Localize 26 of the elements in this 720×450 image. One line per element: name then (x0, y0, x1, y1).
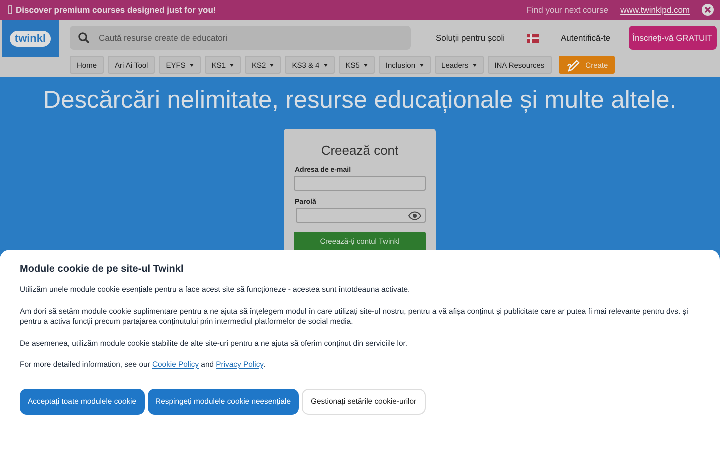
close-icon[interactable] (702, 4, 714, 16)
email-field[interactable] (294, 176, 426, 191)
caret-icon (324, 64, 328, 66)
caret-icon (270, 64, 274, 66)
cookie-title: Module cookie de pe site-ul Twinkl (20, 264, 185, 275)
glyph-icon (8, 5, 13, 15)
logo-text: twinkl (10, 30, 52, 46)
flag-icon[interactable] (526, 34, 539, 42)
promo-text: Discover premium courses designed just for you! (16, 5, 216, 15)
pencil-icon (566, 58, 580, 72)
login-link[interactable]: Autentifică-te (560, 33, 611, 43)
caret-icon (364, 64, 368, 66)
caret-icon (230, 64, 234, 66)
promo-link[interactable]: www.twinklpd.com (620, 5, 690, 15)
caret-icon (420, 64, 424, 66)
password-field[interactable] (296, 208, 426, 223)
promo-cta-text: Find your next course (526, 5, 609, 15)
hero-title: Descărcări nelimitate, resurse educaționale și multe altele. (43, 87, 677, 115)
caret-icon (190, 64, 194, 66)
register-button[interactable]: Înscrieți-vă GRATUIT (628, 26, 717, 50)
card-title: Creează cont (320, 143, 400, 158)
caret-icon (472, 64, 477, 66)
search-icon (78, 32, 90, 44)
schools-link[interactable]: Soluții pentru școli (436, 33, 505, 43)
search-field[interactable]: Caută resurse create de educatori (70, 26, 411, 50)
eye-icon[interactable] (408, 210, 422, 220)
